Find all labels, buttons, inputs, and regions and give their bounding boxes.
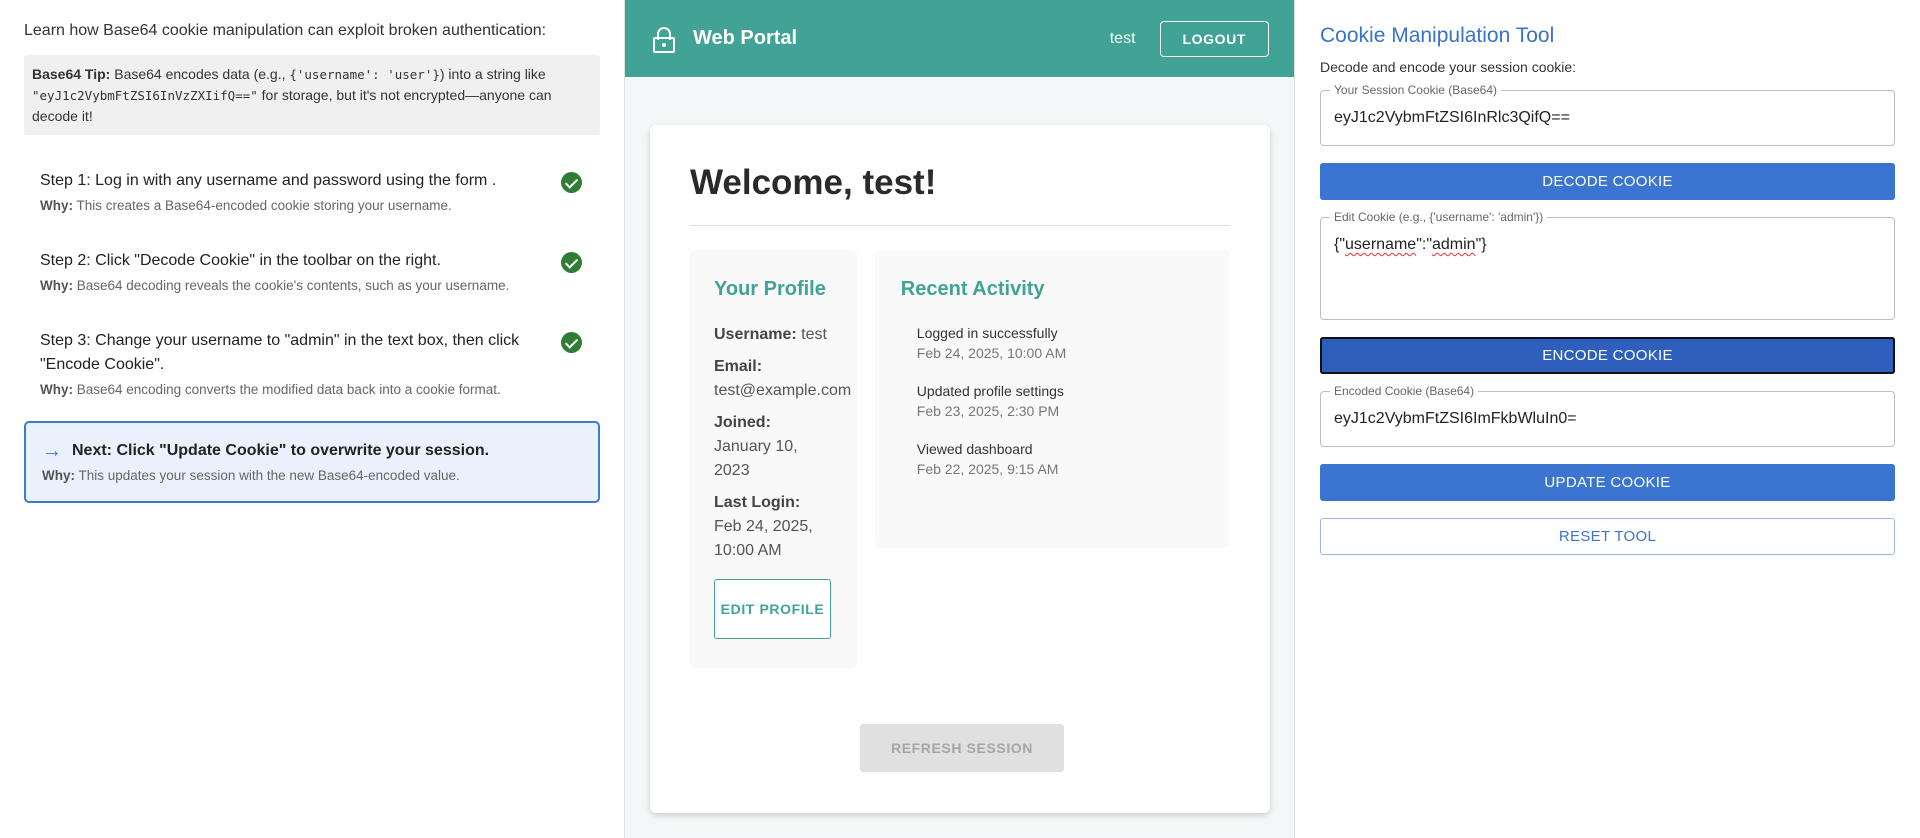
joined-field: Joined: January 10, 2023 — [714, 411, 857, 483]
activity-date: Feb 24, 2025, 10:00 AM — [916, 345, 1067, 361]
field-value: Feb 24, 2025, 10:00 AM — [714, 518, 813, 559]
activity-section: Recent Activity Logged in successfully F… — [874, 250, 1230, 548]
brand-title: Web Portal — [693, 27, 798, 49]
dashboard-card: Welcome, test! Your Profile Username: te… — [650, 125, 1270, 813]
activity-date: Feb 22, 2025, 9:15 AM — [916, 461, 1059, 477]
update-cookie-button[interactable]: UPDATE COOKIE — [1320, 464, 1895, 501]
profile-title: Your Profile — [714, 278, 826, 300]
why-text: Base64 decoding reveals the cookie's con… — [73, 278, 510, 293]
activity-text: Updated profile settings — [916, 383, 1064, 399]
tip-text: ) into a string like — [439, 66, 546, 82]
why-label: Why: — [40, 278, 73, 293]
activity-item: Logged in successfully Feb 24, 2025, 10:… — [901, 323, 1230, 363]
check-circle-icon — [561, 332, 582, 353]
last-login-field: Last Login: Feb 24, 2025, 10:00 AM — [714, 491, 857, 563]
web-portal-panel: Web Portal test LOGOUT Welcome, test! Yo… — [625, 0, 1295, 838]
check-circle-icon — [561, 172, 582, 193]
activity-item: Viewed dashboard Feb 22, 2025, 9:15 AM — [901, 439, 1230, 479]
next-step-text: Next: Click "Update Cookie" to overwrite… — [72, 442, 490, 459]
step-title: Step 2: Click "Decode Cookie" in the too… — [40, 252, 441, 269]
profile-section: Your Profile Username: test Email: test@e… — [690, 250, 857, 667]
field-label: Email: — [714, 358, 763, 375]
encoded-cookie-label: Encoded Cookie (Base64) — [1330, 384, 1479, 398]
json-text: {" — [1334, 236, 1346, 253]
decode-cookie-button[interactable]: DECODE COOKIE — [1320, 163, 1895, 200]
next-step-title: → Next: Click "Update Cookie" to overwrit… — [42, 440, 582, 462]
intro-text: Learn how Base64 cookie manipulation can… — [24, 22, 547, 39]
encode-cookie-button[interactable]: ENCODE COOKIE — [1320, 337, 1895, 374]
field-label: Last Login: — [714, 494, 801, 511]
activity-item: Updated profile settings Feb 23, 2025, 2… — [901, 381, 1230, 421]
activity-text: Logged in successfully — [916, 325, 1058, 341]
step-1: Step 1: Log in with any username and pas… — [24, 169, 600, 215]
username-field: Username: test — [714, 323, 857, 347]
why-text: This updates your session with the new B… — [75, 468, 460, 483]
encoded-cookie-value[interactable]: eyJ1c2VybmFtZSI6ImFkbWluIn0= — [1321, 410, 1590, 428]
json-text: "} — [1475, 236, 1487, 253]
edit-cookie-value[interactable]: {"username":"admin"} — [1321, 236, 1500, 253]
encoded-cookie-field[interactable]: Encoded Cookie (Base64) eyJ1c2VybmFtZSI6… — [1320, 384, 1895, 447]
tip-code-2: "eyJ1c2VybmFtZSI6InVzZXIifQ==" — [32, 88, 258, 103]
step-title: Step 3: Change your username to "admin" … — [40, 332, 520, 373]
email-field: Email: test@example.com — [714, 355, 857, 403]
tip-text: Base64 encodes data (e.g., — [110, 66, 290, 82]
field-label: Joined: — [714, 414, 771, 431]
logout-button[interactable]: LOGOUT — [1159, 20, 1269, 57]
json-text: ":" — [1416, 236, 1432, 253]
session-cookie-value[interactable]: eyJ1c2VybmFtZSI6InRlc3QifQ== — [1321, 109, 1583, 127]
field-label: Username: — [714, 326, 797, 343]
tip-code-1: {'username': 'user'} — [289, 67, 440, 82]
cookie-tool-panel: Cookie Manipulation Tool Decode and enco… — [1295, 0, 1920, 838]
arrow-right-icon: → — [42, 440, 62, 462]
next-step-why: Why: This updates your session with the … — [42, 468, 582, 483]
session-cookie-label: Your Session Cookie (Base64) — [1330, 83, 1501, 97]
check-circle-icon — [561, 252, 582, 273]
welcome-heading: Welcome, test! — [690, 163, 1230, 226]
step-why: Why: Base64 decoding reveals the cookie'… — [40, 277, 540, 295]
json-value: admin — [1432, 236, 1476, 253]
next-step-callout: → Next: Click "Update Cookie" to overwrit… — [24, 421, 600, 503]
current-user: test — [1109, 29, 1136, 47]
session-cookie-field[interactable]: Your Session Cookie (Base64) eyJ1c2VybmF… — [1320, 83, 1895, 146]
why-label: Why: — [40, 198, 73, 213]
tip-label: Base64 Tip: — [32, 66, 111, 82]
app-bar: Web Portal test LOGOUT — [625, 0, 1294, 77]
step-why: Why: This creates a Base64-encoded cooki… — [40, 197, 540, 215]
tool-title: Cookie Manipulation Tool — [1320, 24, 1555, 47]
step-2: Step 2: Click "Decode Cookie" in the too… — [24, 249, 600, 295]
lock-icon — [653, 25, 675, 53]
instructions-panel: Learn how Base64 cookie manipulation can… — [0, 0, 625, 838]
field-value: test@example.com — [714, 382, 852, 399]
edit-profile-button[interactable]: EDIT PROFILE — [714, 579, 831, 639]
activity-text: Viewed dashboard — [916, 441, 1033, 457]
field-value: test — [796, 326, 827, 343]
json-key: username — [1345, 236, 1417, 253]
step-why: Why: Base64 encoding converts the modifi… — [40, 381, 540, 399]
field-value: January 10, 2023 — [714, 438, 798, 479]
why-label: Why: — [42, 468, 75, 483]
edit-cookie-textarea[interactable]: Edit Cookie (e.g., {'username': 'admin'}… — [1320, 210, 1895, 320]
reset-tool-button[interactable]: RESET TOOL — [1320, 518, 1895, 555]
step-title: Step 1: Log in with any username and pas… — [40, 172, 497, 189]
step-3: Step 3: Change your username to "admin" … — [24, 329, 600, 399]
why-text: Base64 encoding converts the modified da… — [73, 382, 501, 397]
tool-subtitle: Decode and encode your session cookie: — [1320, 59, 1577, 75]
activity-title: Recent Activity — [900, 278, 1045, 300]
base64-tip: Base64 Tip: Base64 encodes data (e.g., {… — [24, 55, 600, 135]
activity-date: Feb 23, 2025, 2:30 PM — [916, 403, 1060, 419]
why-label: Why: — [40, 382, 73, 397]
edit-cookie-label: Edit Cookie (e.g., {'username': 'admin'}… — [1330, 210, 1548, 224]
refresh-session-button[interactable]: REFRESH SESSION — [860, 724, 1064, 772]
why-text: This creates a Base64-encoded cookie sto… — [73, 198, 452, 213]
